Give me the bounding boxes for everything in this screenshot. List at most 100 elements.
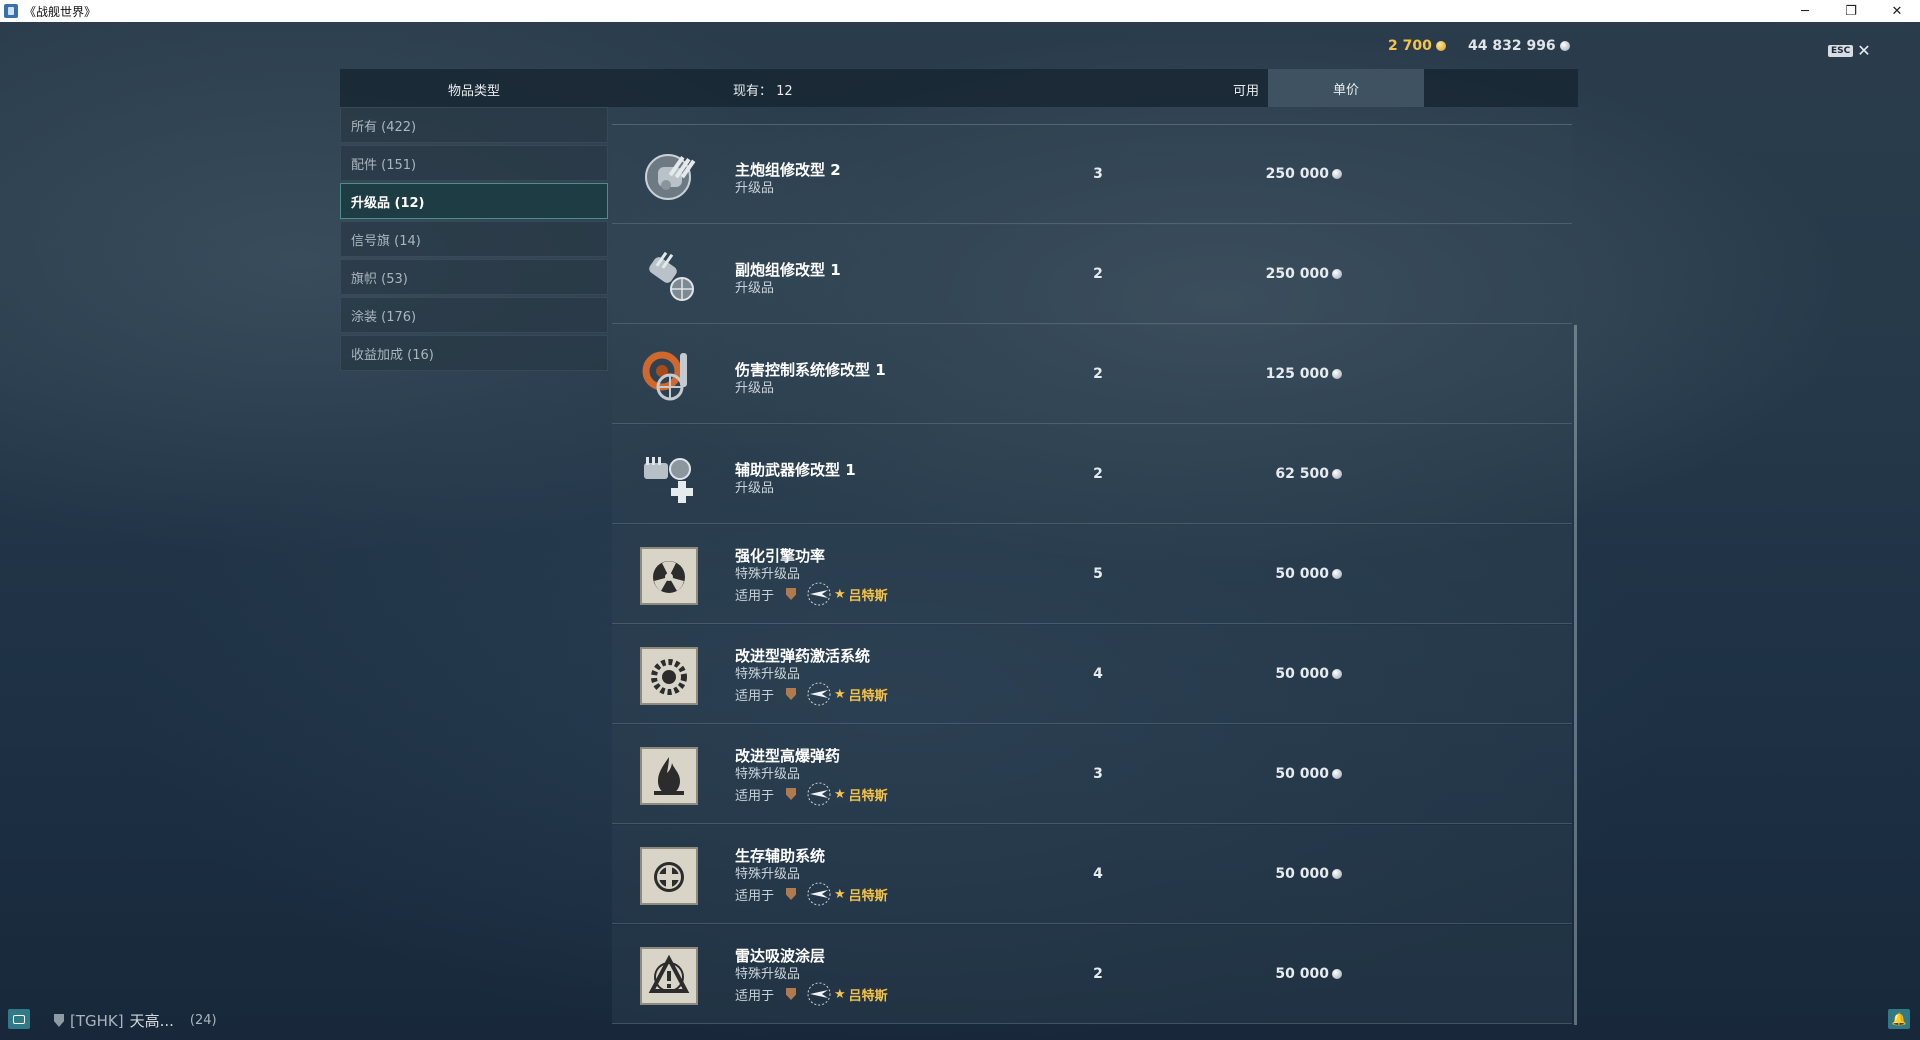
item-price-value: 62 500 — [1275, 466, 1329, 482]
credit-balance: 44 832 996 — [1468, 38, 1570, 54]
list-item[interactable]: 雷达吸波涂层 特殊升级品 适用于 ★ 吕特斯 2 50 000 — [612, 925, 1572, 1024]
esc-key-icon: ESC — [1828, 45, 1854, 57]
list-item[interactable]: 强化引擎功率 特殊升级品 适用于 ★ 吕特斯 5 50 000 — [612, 525, 1572, 624]
credit-icon — [1332, 969, 1342, 979]
sidebar-item-signals[interactable]: 信号旗 (14) — [340, 221, 608, 257]
sidebar-item-label: 收益加成 (16) — [351, 347, 434, 363]
credit-icon — [1332, 769, 1342, 779]
nation-shield-icon — [786, 688, 797, 700]
star-icon: ★ — [834, 786, 846, 802]
esc-close-button[interactable]: ESC ✕ — [1828, 43, 1871, 59]
window-title-bar: 《战舰世界》 ─ ❐ ✕ — [0, 0, 1920, 22]
list-item[interactable]: 辅助武器修改型 1 升级品 2 62 500 — [612, 425, 1572, 524]
item-price: 50 000 — [1232, 966, 1342, 982]
nation-shield-icon — [786, 588, 797, 600]
applies-to-label: 适用于 — [735, 688, 775, 704]
item-quantity: 4 — [1093, 666, 1103, 682]
list-item[interactable]: 伤害控制系统修改型 1 升级品 2 125 000 — [612, 325, 1572, 424]
doubloon-icon — [1435, 41, 1446, 51]
item-quantity: 3 — [1093, 766, 1103, 782]
item-price: 62 500 — [1232, 466, 1342, 482]
item-type: 特殊升级品 — [735, 767, 801, 782]
ship-class-icon — [807, 682, 831, 706]
sidebar-item-consumables[interactable]: 配件 (151) — [340, 145, 608, 181]
sidebar-item-label: 涂装 (176) — [351, 309, 417, 325]
item-quantity: 3 — [1093, 166, 1103, 182]
item-quantity: 5 — [1093, 566, 1103, 582]
unit-price-column-header[interactable]: 单价 — [1268, 69, 1424, 107]
main-battery-icon — [645, 154, 696, 200]
nation-shield-icon — [786, 988, 797, 1000]
item-quantity: 2 — [1093, 966, 1103, 982]
star-icon: ★ — [834, 886, 846, 902]
engine-icon — [640, 547, 698, 605]
applies-to: 适用于 ★ 吕特斯 — [735, 982, 888, 1006]
item-price: 50 000 — [1232, 766, 1342, 782]
star-icon: ★ — [834, 986, 846, 1002]
item-type-header: 物品类型 — [447, 84, 500, 99]
sidebar-item-economic-bonuses[interactable]: 收益加成 (16) — [340, 335, 608, 371]
list-item[interactable]: 改进型弹药激活系统 特殊升级品 适用于 ★ 吕特斯 4 50 000 — [612, 625, 1572, 724]
item-price-value: 50 000 — [1275, 966, 1329, 982]
restore-button[interactable]: ❐ — [1828, 0, 1874, 22]
ship-name: 吕特斯 — [848, 588, 888, 604]
clan-tag: [TGHK] — [70, 1011, 124, 1030]
ship-name: 吕特斯 — [848, 988, 888, 1004]
item-list: 主炮组修改型 2 升级品 3 250 000 副炮组修改型 1 升级品 2 25… — [612, 124, 1572, 1024]
in-stock-label: 现有： — [733, 84, 773, 99]
ship-class-icon — [807, 782, 831, 806]
item-price-value: 50 000 — [1275, 866, 1329, 882]
item-price: 50 000 — [1232, 566, 1342, 582]
ship-name: 吕特斯 — [848, 788, 888, 804]
item-type: 升级品 — [735, 481, 775, 496]
notification-bell-icon[interactable]: 🔔 — [1888, 1009, 1910, 1029]
radar-absorbent-icon — [640, 947, 698, 1005]
credit-icon — [1332, 469, 1342, 479]
list-item[interactable]: 生存辅助系统 特殊升级品 适用于 ★ 吕特斯 4 50 000 — [612, 825, 1572, 924]
applies-to: 适用于 ★ 吕特斯 — [735, 682, 888, 706]
sidebar-item-camouflage[interactable]: 涂装 (176) — [340, 297, 608, 333]
survivability-icon — [640, 847, 698, 905]
ship-name: 吕特斯 — [848, 888, 888, 904]
nation-shield-icon — [786, 888, 797, 900]
aux-armament-icon — [644, 457, 693, 503]
item-type: 升级品 — [735, 281, 775, 296]
ship-class-icon — [807, 882, 831, 906]
applies-to: 适用于 ★ 吕特斯 — [735, 782, 888, 806]
clan-shield-icon — [54, 1014, 64, 1027]
player-info: [TGHK] 天高... (24) — [54, 1010, 217, 1031]
credit-icon — [1332, 669, 1342, 679]
list-header: 物品类型 现有： 12 可用 单价 — [340, 69, 1578, 107]
close-button[interactable]: ✕ — [1874, 0, 1920, 22]
item-price: 125 000 — [1232, 366, 1342, 382]
sidebar-item-label: 升级品 (12) — [351, 195, 425, 211]
list-item[interactable]: 副炮组修改型 1 升级品 2 250 000 — [612, 225, 1572, 324]
item-type: 特殊升级品 — [735, 567, 801, 582]
item-price-value: 250 000 — [1265, 166, 1329, 182]
item-quantity: 4 — [1093, 866, 1103, 882]
item-price-value: 125 000 — [1265, 366, 1329, 382]
minimize-button[interactable]: ─ — [1782, 0, 1828, 22]
list-item[interactable]: 改进型高爆弹药 特殊升级品 适用于 ★ 吕特斯 3 50 000 — [612, 725, 1572, 824]
sidebar-item-flags[interactable]: 旗帜 (53) — [340, 259, 608, 295]
player-level: (24) — [189, 1013, 217, 1028]
applies-to-label: 适用于 — [735, 888, 775, 904]
star-icon: ★ — [834, 586, 846, 602]
close-icon[interactable]: ✕ — [1857, 43, 1870, 59]
chat-button[interactable] — [8, 1009, 30, 1029]
sidebar-item-all[interactable]: 所有 (422) — [340, 107, 608, 143]
player-name: 天高... — [129, 1012, 174, 1030]
gold-value: 2 700 — [1388, 38, 1432, 54]
list-scrollbar[interactable] — [1574, 325, 1577, 1025]
app-icon — [4, 4, 18, 18]
item-price: 250 000 — [1232, 266, 1342, 282]
secondary-battery-icon — [649, 251, 694, 301]
applies-to-label: 适用于 — [735, 788, 775, 804]
applies-to-label: 适用于 — [735, 988, 775, 1004]
sidebar-item-upgrades[interactable]: 升级品 (12) — [340, 183, 608, 219]
star-icon: ★ — [834, 686, 846, 702]
credit-icon — [1332, 269, 1342, 279]
item-type: 特殊升级品 — [735, 967, 801, 982]
item-price: 250 000 — [1232, 166, 1342, 182]
list-item[interactable]: 主炮组修改型 2 升级品 3 250 000 — [612, 125, 1572, 224]
